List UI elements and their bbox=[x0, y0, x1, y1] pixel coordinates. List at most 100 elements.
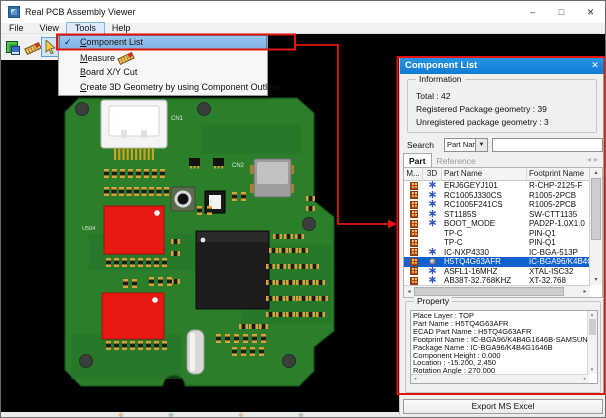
smd-body bbox=[106, 261, 111, 265]
smd-body bbox=[160, 172, 165, 176]
smd-body bbox=[287, 234, 291, 239]
cn1-pin bbox=[135, 148, 137, 160]
scroll-down-icon[interactable]: ▾ bbox=[591, 275, 601, 285]
mount-cell bbox=[404, 229, 423, 239]
search-input[interactable] bbox=[492, 138, 603, 152]
scroll-right-icon[interactable]: ▸ bbox=[580, 287, 590, 297]
mounting-hole bbox=[76, 103, 89, 116]
pin1-dot bbox=[152, 297, 158, 303]
menu-tools[interactable]: Tools bbox=[67, 23, 104, 34]
app-icon bbox=[8, 6, 20, 18]
menu-item-measure[interactable]: Measure bbox=[59, 50, 267, 65]
menu-bar: FileViewToolsHelp bbox=[1, 23, 605, 34]
3d-cell: ∗ bbox=[423, 181, 442, 191]
export-excel-button[interactable]: Export MS Excel bbox=[403, 399, 603, 414]
select-cursor-button[interactable] bbox=[42, 38, 59, 56]
tab-reference[interactable]: Reference bbox=[432, 154, 481, 168]
smd-body bbox=[309, 196, 313, 201]
footprint-name-cell: PIN-Q1 bbox=[527, 229, 590, 239]
property-horizontal-scrollbar[interactable]: ◂ ▸ bbox=[411, 374, 589, 383]
scroll-right-icon[interactable]: ▸ bbox=[581, 375, 589, 383]
column-header[interactable]: Part Name bbox=[442, 168, 527, 180]
menu-item-board-x-y-cut[interactable]: Board X/Y Cut bbox=[59, 65, 267, 80]
panel-title: Component List ✕ bbox=[400, 57, 606, 74]
scroll-left-icon[interactable]: ◂ bbox=[404, 287, 414, 297]
table-row[interactable]: ∗RC1005F241CSR1005-2PCB bbox=[404, 200, 602, 210]
scroll-left-icon[interactable]: ◂ bbox=[411, 375, 419, 383]
part-name-cell: RC1005F241CS bbox=[442, 200, 527, 210]
smd-body bbox=[142, 190, 147, 194]
column-header[interactable]: Footprint Name bbox=[527, 168, 590, 180]
smd-body bbox=[146, 261, 151, 265]
table-row[interactable]: ∗AB38T-32.768KHZXT-32.768 bbox=[404, 276, 602, 285]
smd-body bbox=[114, 261, 119, 265]
smd-body bbox=[269, 280, 273, 285]
3d-cell: ∗ bbox=[423, 267, 442, 277]
column-header[interactable]: 3D bbox=[423, 168, 442, 180]
scroll-thumb[interactable] bbox=[589, 319, 596, 335]
smd-body bbox=[279, 280, 283, 285]
menu-view[interactable]: View bbox=[32, 23, 67, 34]
smd-body bbox=[122, 344, 127, 348]
cursor-icon bbox=[45, 40, 57, 54]
close-button[interactable]: ✕ bbox=[576, 1, 605, 23]
scroll-up-icon[interactable]: ▴ bbox=[588, 311, 596, 319]
tab-scroll-arrows[interactable]: ◂▸ bbox=[587, 155, 601, 164]
menu-help[interactable]: Help bbox=[104, 23, 139, 34]
table-row[interactable]: TP-CPIN-Q1 bbox=[404, 238, 602, 248]
silkscreen-cn1: CN1 bbox=[171, 116, 184, 122]
dropdown-arrow-icon[interactable]: ▼ bbox=[475, 139, 487, 151]
smd-body bbox=[289, 312, 293, 317]
tab-part[interactable]: Part bbox=[403, 153, 432, 167]
smd-body bbox=[309, 280, 313, 285]
smd-body bbox=[134, 190, 139, 194]
column-header[interactable]: M... bbox=[404, 168, 423, 180]
search-filter-dropdown[interactable]: Part Name ▼ bbox=[444, 138, 488, 152]
property-vertical-scrollbar[interactable]: ▴ ▾ bbox=[587, 311, 597, 374]
smd-body bbox=[299, 312, 303, 317]
table-vertical-scrollbar[interactable]: ▴ ▾ bbox=[589, 168, 602, 285]
smd-body bbox=[114, 344, 119, 348]
measure-button[interactable] bbox=[23, 38, 40, 56]
3d-cell: ∗ bbox=[423, 191, 442, 201]
table-row[interactable]: ∗ERJ6GEYJ101R-CHP-2125-F bbox=[404, 181, 602, 191]
smd-body bbox=[119, 190, 124, 194]
table-row[interactable]: ∗ASFL1-16MHZXTAL-ISC32 bbox=[404, 267, 602, 277]
minimize-button[interactable]: – bbox=[518, 1, 547, 23]
table-row[interactable]: ∗RC1005J330CSR1005-2PCB bbox=[404, 191, 602, 201]
smd-body bbox=[319, 312, 323, 317]
maximize-button[interactable]: □ bbox=[547, 1, 576, 23]
smd-body bbox=[127, 190, 132, 194]
smd-body bbox=[322, 296, 326, 301]
smd-body bbox=[302, 264, 306, 269]
menu-item-component-list[interactable]: Component List✓ bbox=[59, 35, 267, 50]
table-row[interactable]: TP-CPIN-Q1 bbox=[404, 229, 602, 239]
table-row[interactable]: ∗ST1185SSW-CTT1135 bbox=[404, 210, 602, 220]
smd-body bbox=[149, 280, 154, 284]
table-row[interactable]: ∗BOOT_MODEPAD2P-1.0X1.0 bbox=[404, 219, 602, 229]
table-row[interactable]: H5TQ4G63AFRIC-BGA96/K4B4G1646B bbox=[404, 257, 602, 267]
transistor-pad bbox=[190, 166, 192, 169]
smd-body bbox=[241, 195, 246, 199]
smd-body bbox=[138, 261, 143, 265]
footprint-name-cell: SW-CTT1135 bbox=[527, 210, 590, 220]
smd-body bbox=[232, 350, 237, 354]
panel-close-icon[interactable]: ✕ bbox=[588, 57, 602, 74]
smd-body bbox=[162, 261, 167, 265]
scroll-thumb[interactable] bbox=[591, 178, 601, 240]
scroll-down-icon[interactable]: ▾ bbox=[588, 366, 596, 374]
scroll-thumb[interactable] bbox=[414, 287, 564, 296]
smd-body bbox=[252, 337, 257, 341]
part-name-cell: ST1185S bbox=[442, 210, 527, 220]
smd-body bbox=[309, 312, 313, 317]
smd-body bbox=[289, 280, 293, 285]
export-3d-model-button[interactable] bbox=[4, 38, 21, 56]
menu-file[interactable]: File bbox=[1, 23, 32, 34]
smd-body bbox=[309, 206, 313, 211]
table-row[interactable]: ∗IC-NXP4330IC-BGA-513P bbox=[404, 248, 602, 258]
scroll-up-icon[interactable]: ▴ bbox=[591, 168, 601, 178]
smd-body bbox=[262, 324, 266, 329]
smd-body bbox=[216, 337, 221, 341]
smd-body bbox=[319, 280, 323, 285]
menu-item-create-3d-geometry-by-using-component-outline[interactable]: Create 3D Geometry by using Component Ou… bbox=[59, 80, 267, 95]
